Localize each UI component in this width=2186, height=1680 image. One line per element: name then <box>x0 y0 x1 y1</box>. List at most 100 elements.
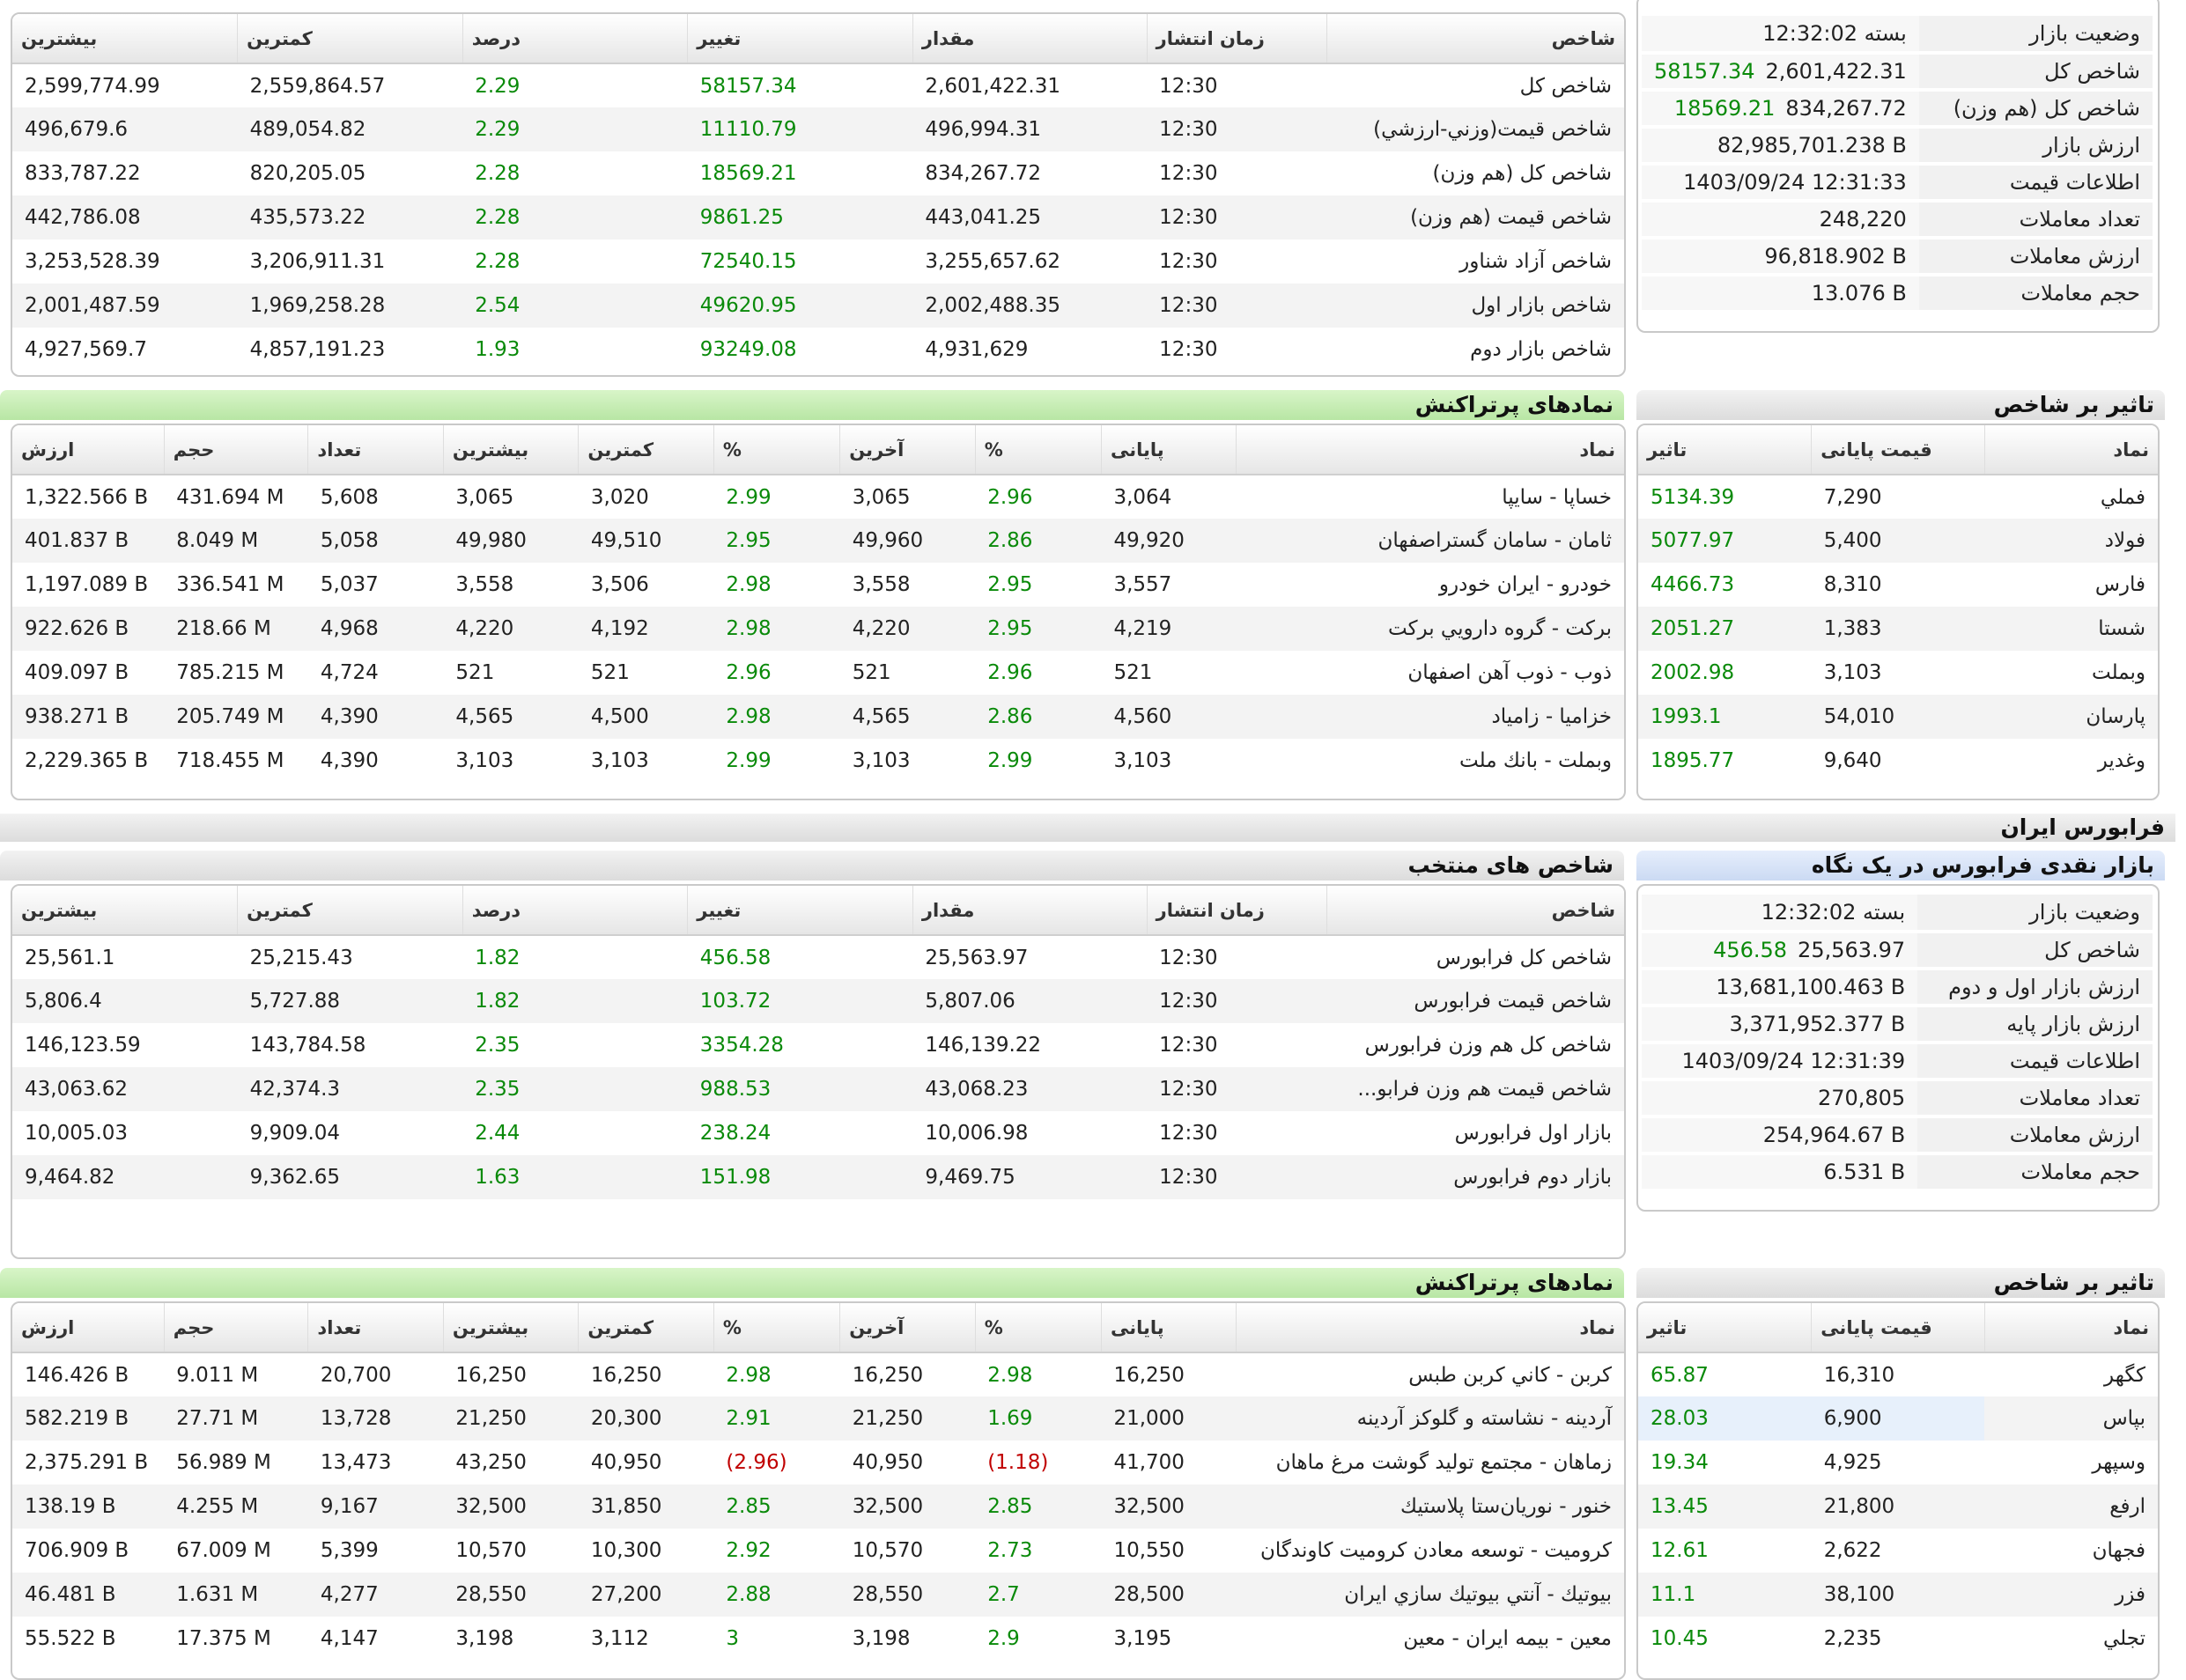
table-row[interactable]: شاخص كل 12:30 2,601,422.31 58157.34 2.29 2,55… <box>12 63 1624 107</box>
column-header[interactable]: بیشترین <box>12 886 238 936</box>
column-header[interactable]: ارزش <box>12 1303 165 1353</box>
column-header[interactable]: کمترین <box>237 886 463 936</box>
table-row[interactable]: تجلي 2,235 10.45 <box>1638 1617 2158 1661</box>
index-name-cell[interactable]: شاخص قيمت (هم وزن) <box>1326 195 1624 239</box>
column-header[interactable]: تغییر <box>687 14 913 64</box>
column-header[interactable]: ارزش <box>12 425 165 475</box>
column-header[interactable]: تاثیر <box>1638 1303 1812 1353</box>
column-header[interactable]: مقدار <box>912 14 1148 64</box>
symbol-cell[interactable]: معين - بيمه ايران - معين <box>1237 1617 1624 1661</box>
table-row[interactable]: شاخص قيمت (هم وزن) 12:30 443,041.25 9861.25… <box>12 195 1624 239</box>
column-header[interactable]: پایانی <box>1100 1303 1237 1353</box>
symbol-cell[interactable]: ثامان - سامان گستراصفهان <box>1236 519 1624 563</box>
table-row[interactable]: پارسان 54,010 1993.1 <box>1638 695 2158 739</box>
index-name-cell[interactable]: شاخص آزاد شناور <box>1327 239 1624 284</box>
table-row[interactable]: كروميت - توسعه معادن كروميت كاوندگان 10,5… <box>12 1529 1624 1573</box>
column-header[interactable]: تعداد <box>307 425 444 475</box>
table-row[interactable]: بيوتيك - آنتي بيوتيك سازي ايران 28,500 2.7… <box>12 1573 1624 1617</box>
table-row[interactable]: خودرو - ايران خودرو 3,557 2.95 3,558 2.98 3,5… <box>12 563 1624 607</box>
column-header[interactable]: تعداد <box>307 1303 444 1353</box>
column-header[interactable]: تغییر <box>687 886 913 936</box>
column-header[interactable]: بیشترین <box>12 14 238 64</box>
symbol-cell[interactable]: آردينه - نشاسته و گلوكز آردينه <box>1236 1396 1624 1441</box>
table-row[interactable]: شاخص قيمت(وزني-ارزشي) 12:30 496,994.31 1111… <box>12 107 1624 151</box>
table-row[interactable]: شاخص بازار اول 12:30 2,002,488.35 49620.95 2… <box>12 284 1624 328</box>
index-name-cell[interactable]: شاخص قيمت هم وزن فرابو... <box>1326 1067 1624 1111</box>
table-row[interactable]: وغدير 9,640 1895.77 <box>1638 739 2158 783</box>
table-row[interactable]: زماهان - مجتمع توليد گوشت مرغ ماهان 41,70… <box>12 1441 1624 1485</box>
table-row[interactable]: فولاد 5,400 5077.97 <box>1638 519 2158 563</box>
table-row[interactable]: ذوب - ذوب آهن اصفهان 521 2.96 521 2.96 521 521… <box>12 651 1624 695</box>
symbol-cell[interactable]: خزاميا - زامياد <box>1236 695 1624 739</box>
column-header[interactable]: نماد <box>1983 425 2158 475</box>
symbol-cell[interactable]: فملي <box>1984 475 2158 519</box>
index-name-cell[interactable]: شاخص بازار دوم <box>1327 328 1624 372</box>
column-header[interactable]: شاخص <box>1326 14 1624 64</box>
symbol-cell[interactable]: بركت - گروه دارويي بركت <box>1236 607 1624 651</box>
table-row[interactable]: بركت - گروه دارويي بركت 4,219 2.95 4,220 2.9… <box>12 607 1624 651</box>
column-header[interactable]: % <box>713 1303 840 1353</box>
table-row[interactable]: كربن - كاني كربن طبس 16,250 2.98 16,250 2.98… <box>12 1352 1624 1396</box>
column-header[interactable]: آخرین <box>839 425 976 475</box>
table-row[interactable]: خزاميا - زامياد 4,560 2.86 4,565 2.98 4,500 4,… <box>12 695 1624 739</box>
table-row[interactable]: شستا 1,383 2051.27 <box>1638 607 2158 651</box>
column-header[interactable]: % <box>974 425 1102 475</box>
symbol-cell[interactable]: وبملت <box>1984 651 2158 695</box>
symbol-cell[interactable]: فجهان <box>1984 1529 2158 1573</box>
symbol-cell[interactable]: وسپهر <box>1984 1441 2158 1485</box>
column-header[interactable]: پایانی <box>1100 425 1237 475</box>
symbol-cell[interactable]: خودرو - ايران خودرو <box>1237 563 1624 607</box>
table-row[interactable]: ثامان - سامان گستراصفهان 49,920 2.86 49,960… <box>12 519 1624 563</box>
column-header[interactable]: درصد <box>462 14 688 64</box>
column-header[interactable]: حجم <box>163 1303 308 1353</box>
column-header[interactable]: آخرین <box>839 1303 976 1353</box>
symbol-cell[interactable]: خساپا - سايپا <box>1237 475 1624 519</box>
column-header[interactable]: قیمت پایانی <box>1811 1303 1985 1353</box>
index-name-cell[interactable]: شاخص بازار اول <box>1326 284 1624 328</box>
table-row[interactable]: شاخص بازار دوم 12:30 4,931,629 93249.08 1.93… <box>12 328 1624 372</box>
column-header[interactable]: نماد <box>1236 425 1624 475</box>
column-header[interactable]: زمان انتشار <box>1146 886 1327 936</box>
table-row[interactable]: فارس 8,310 4466.73 <box>1638 563 2158 607</box>
symbol-cell[interactable]: وبملت - بانك ملت <box>1237 739 1624 783</box>
symbol-cell[interactable]: كگهر <box>1984 1352 2158 1396</box>
symbol-cell[interactable]: كروميت - توسعه معادن كروميت كاوندگان <box>1237 1529 1624 1573</box>
table-row[interactable]: معين - بيمه ايران - معين 3,195 2.9 3,198 3 3,… <box>12 1617 1624 1661</box>
column-header[interactable]: درصد <box>462 886 688 936</box>
symbol-cell[interactable]: فارس <box>1984 563 2158 607</box>
column-header[interactable]: قیمت پایانی <box>1811 425 1985 475</box>
column-header[interactable]: زمان انتشار <box>1146 14 1327 64</box>
table-row[interactable]: كگهر 16,310 65.87 <box>1638 1352 2158 1396</box>
table-row[interactable]: شاخص قيمت هم وزن فرابو... 12:30 43,068.23 9… <box>12 1067 1624 1111</box>
table-row[interactable]: شاخص قيمت فرابورس 12:30 5,807.06 103.72 1.82… <box>12 979 1624 1023</box>
index-name-cell[interactable]: شاخص قيمت فرابورس <box>1326 979 1624 1023</box>
column-header[interactable]: تاثیر <box>1638 425 1812 475</box>
index-name-cell[interactable]: شاخص كل هم وزن فرابورس <box>1327 1023 1624 1067</box>
table-row[interactable]: خساپا - سايپا 3,064 2.96 3,065 2.99 3,020 3,06… <box>12 475 1624 519</box>
symbol-cell[interactable]: كربن - كاني كربن طبس <box>1237 1352 1624 1396</box>
column-header[interactable]: بیشترین <box>442 425 579 475</box>
column-header[interactable]: شاخص <box>1326 886 1624 936</box>
index-name-cell[interactable]: بازار اول فرابورس <box>1327 1111 1624 1155</box>
table-row[interactable]: آردينه - نشاسته و گلوكز آردينه 21,000 1.69… <box>12 1396 1624 1441</box>
index-name-cell[interactable]: شاخص كل <box>1327 63 1624 107</box>
column-header[interactable]: % <box>713 425 840 475</box>
column-header[interactable]: بیشترین <box>442 1303 579 1353</box>
symbol-cell[interactable]: پارسان <box>1984 695 2158 739</box>
symbol-cell[interactable]: شستا <box>1984 607 2158 651</box>
symbol-cell[interactable]: تجلي <box>1984 1617 2158 1661</box>
table-row[interactable]: فملي 7,290 5134.39 <box>1638 475 2158 519</box>
table-row[interactable]: وبملت - بانك ملت 3,103 2.99 3,103 2.99 3,103 3… <box>12 739 1624 783</box>
column-header[interactable]: کمترین <box>578 1303 714 1353</box>
symbol-cell[interactable]: ارفع <box>1984 1485 2158 1529</box>
symbol-cell[interactable]: بپاس <box>1984 1396 2158 1441</box>
symbol-cell[interactable]: فزر <box>1984 1573 2158 1617</box>
column-header[interactable]: % <box>974 1303 1102 1353</box>
symbol-cell[interactable]: زماهان - مجتمع توليد گوشت مرغ ماهان <box>1237 1441 1624 1485</box>
symbol-cell[interactable]: فولاد <box>1984 519 2158 563</box>
column-header[interactable]: نماد <box>1983 1303 2158 1353</box>
table-row[interactable]: ارفع 21,800 13.45 <box>1638 1485 2158 1529</box>
table-row[interactable]: شاخص كل فرابورس 12:30 25,563.97 456.58 1.82 2… <box>12 935 1624 979</box>
column-header[interactable]: نماد <box>1236 1303 1624 1353</box>
table-row[interactable]: شاخص كل هم وزن فرابورس 12:30 146,139.22 335… <box>12 1023 1624 1067</box>
